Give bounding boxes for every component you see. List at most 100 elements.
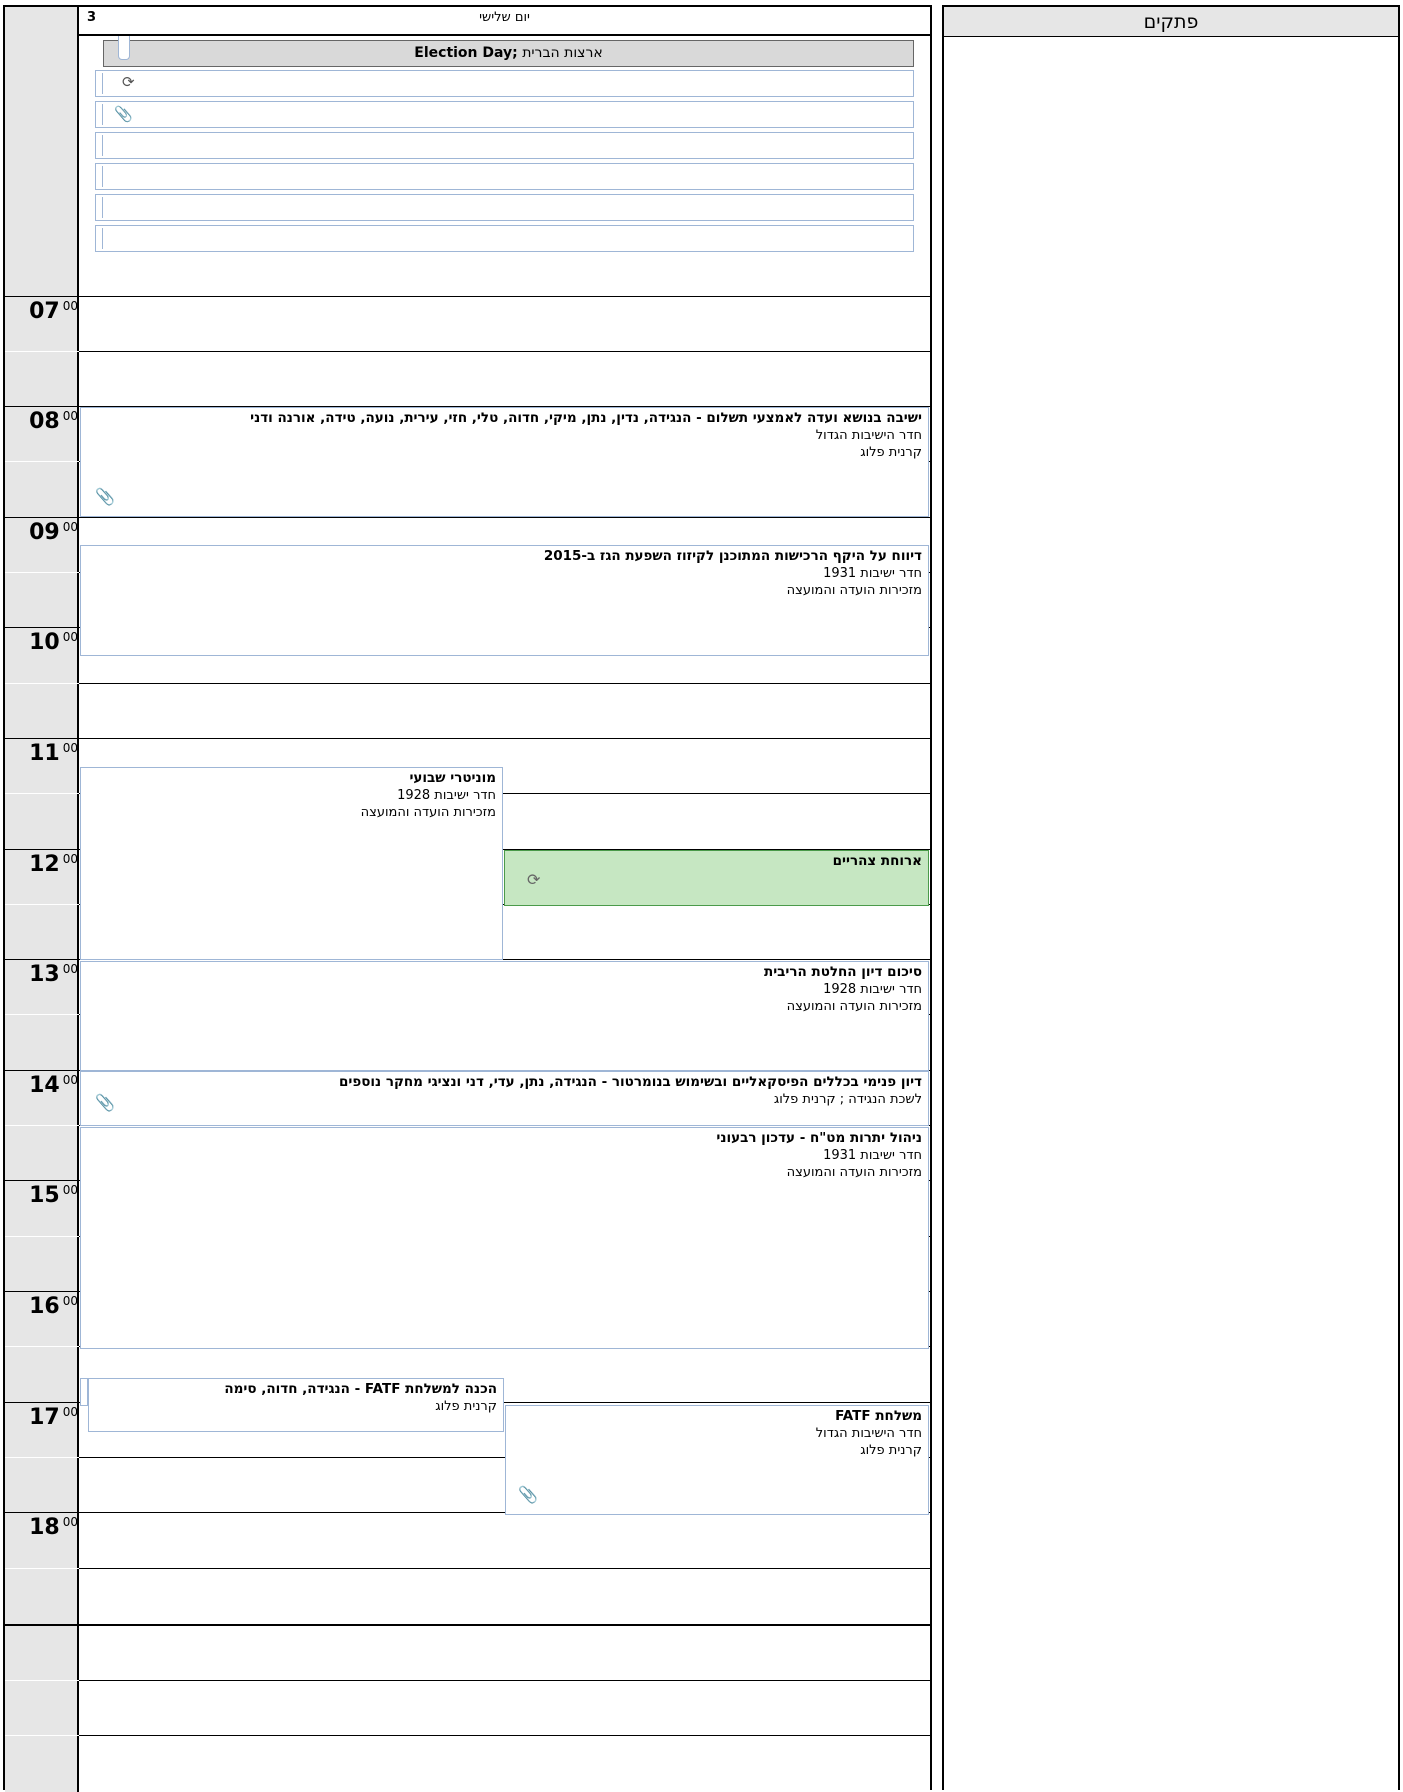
gutter-line [5, 296, 79, 297]
gutter-line [5, 1236, 79, 1237]
gutter-line [5, 406, 79, 407]
hour-label-12: 12 00 [29, 852, 78, 877]
event-title: ארוחת צהריים [832, 853, 922, 869]
paperclip-icon: 📎 [518, 1485, 538, 1504]
gutter-line [5, 517, 79, 518]
gutter-line [5, 1070, 79, 1071]
event-location: חדר ישיבות 1928 [397, 788, 496, 803]
hour-label-15: 15 00 [29, 1183, 78, 1208]
event-fatf-preparation[interactable]: הכנה למשלחת FATF - הנגידה, חדוה, סימה קר… [88, 1378, 504, 1432]
grid-line [79, 517, 930, 518]
event-payments-committee[interactable]: ישיבה בנושא ועדה לאמצעי תשלום - הנגידה, … [80, 407, 929, 517]
gutter-line [5, 1125, 79, 1126]
event-organizer: קרנית פלוג [860, 445, 922, 460]
event-location: חדר ישיבות 1931 [823, 1148, 922, 1163]
gutter-line [5, 572, 79, 573]
grid-line [79, 1680, 930, 1681]
grid-line [79, 1735, 930, 1736]
event-title: הכנה למשלחת FATF - הנגידה, חדוה, סימה [224, 1381, 497, 1397]
gutter-line [5, 959, 79, 960]
gutter-line [5, 904, 79, 905]
hour-label-09: 09 00 [29, 520, 78, 545]
gutter-line [5, 1624, 79, 1626]
allday-slot[interactable] [95, 225, 914, 252]
gutter-line [5, 1346, 79, 1347]
event-organizer: מזכירות הועדה והמועצה [786, 583, 922, 598]
grid-line [79, 351, 930, 352]
gutter-line [5, 1014, 79, 1015]
event-title: דיון פנימי בכללים הפיסקאליים ובשימוש בנו… [338, 1074, 922, 1090]
gutter-line [5, 738, 79, 739]
event-location: חדר הישיבות הגדול [815, 1426, 922, 1441]
event-organizer: מזכירות הועדה והמועצה [786, 1165, 922, 1180]
allday-event-title-en: Election Day; [414, 45, 518, 61]
event-fiscal-rules[interactable]: דיון פנימי בכללים הפיסקאליים ובשימוש בנו… [80, 1071, 929, 1126]
event-title: משלחת FATF [835, 1408, 922, 1424]
recurring-icon: ⟳ [527, 870, 541, 889]
hour-label-07: 07 00 [29, 299, 78, 324]
hour-label-16: 16 00 [29, 1294, 78, 1319]
gutter-line [5, 1512, 79, 1513]
event-organizer: מזכירות הועדה והמועצה [786, 999, 922, 1014]
event-title: ישיבה בנושא ועדה לאמצעי תשלום - הנגידה, … [250, 410, 922, 426]
grid-line [79, 1624, 930, 1626]
gutter-line [5, 849, 79, 850]
allday-event-election-day[interactable]: Election Day; ארצות הברית [103, 40, 914, 67]
allday-drag-handle[interactable] [118, 36, 130, 60]
event-location: חדר ישיבות 1931 [823, 566, 922, 581]
hour-label-18: 18 00 [29, 1515, 78, 1540]
gutter-line [5, 1568, 79, 1569]
allday-slot[interactable] [95, 194, 914, 221]
hour-label-11: 11 00 [29, 741, 78, 766]
event-title: ניהול יתרות מט"ח - עדכון רבעוני [716, 1130, 922, 1146]
grid-line [79, 296, 930, 297]
event-organizer: מזכירות הועדה והמועצה [360, 805, 496, 820]
event-title: סיכום דיון החלטת הריבית [763, 964, 922, 980]
allday-slot[interactable]: ⟳ [95, 70, 914, 97]
gutter-line [5, 1680, 79, 1681]
grid-line [79, 738, 930, 739]
gutter-line [5, 1457, 79, 1458]
paperclip-icon: 📎 [95, 1093, 115, 1112]
paperclip-icon: 📎 [95, 487, 115, 506]
recurring-icon: ⟳ [122, 73, 135, 91]
notes-header: פתקים [944, 7, 1398, 37]
event-location: חדר ישיבות 1928 [823, 982, 922, 997]
event-location: לשכת הנגידה ; קרנית פלוג [773, 1092, 922, 1107]
gutter-line [5, 461, 79, 462]
allday-slot[interactable] [95, 163, 914, 190]
event-organizer: קרנית פלוג [860, 1443, 922, 1458]
day-header[interactable]: 3 יום שלישי [79, 7, 930, 36]
allday-slot[interactable]: 📎 [95, 101, 914, 128]
event-location: חדר הישיבות הגדול [815, 428, 922, 443]
gutter-line [5, 683, 79, 684]
hour-label-14: 14 00 [29, 1073, 78, 1098]
event-gas-report[interactable]: דיווח על היקף הרכישות המתוכנן לקיזוז השפ… [80, 545, 929, 656]
event-fx-reserves[interactable]: ניהול יתרות מט"ח - עדכון רבעוני חדר ישיב… [80, 1127, 929, 1349]
event-title: דיווח על היקף הרכישות המתוכנן לקיזוז השפ… [543, 548, 922, 564]
event-organizer: קרנית פלוג [435, 1399, 497, 1414]
gutter-line [5, 793, 79, 794]
hour-label-10: 10 00 [29, 630, 78, 655]
day-name: יום שלישי [479, 10, 530, 25]
grid-line [79, 683, 930, 684]
event-edge-handle[interactable] [80, 1378, 88, 1406]
event-lunch[interactable]: ארוחת צהריים ⟳ [504, 850, 929, 906]
event-title: מוניטרי שבועי [409, 770, 496, 786]
event-fatf-delegation[interactable]: משלחת FATF חדר הישיבות הגדול קרנית פלוג … [505, 1405, 929, 1515]
gutter-line [5, 1291, 79, 1292]
event-rate-decision-summary[interactable]: סיכום דיון החלטת הריבית חדר ישיבות 1928 … [80, 961, 929, 1071]
notes-panel[interactable]: פתקים [942, 5, 1400, 1790]
gutter-line [5, 1735, 79, 1736]
event-weekly-monetary[interactable]: מוניטרי שבועי חדר ישיבות 1928 מזכירות הו… [80, 767, 503, 960]
gutter-line [5, 351, 79, 352]
gutter-line [5, 1180, 79, 1181]
paperclip-icon: 📎 [114, 105, 133, 123]
hour-label-08: 08 00 [29, 409, 78, 434]
hour-label-13: 13 00 [29, 962, 78, 987]
gutter-line [5, 1402, 79, 1403]
hour-label-17: 17 00 [29, 1405, 78, 1430]
grid-line [79, 1568, 930, 1569]
allday-slot[interactable] [95, 132, 914, 159]
allday-event-title-he: ארצות הברית [517, 45, 603, 61]
